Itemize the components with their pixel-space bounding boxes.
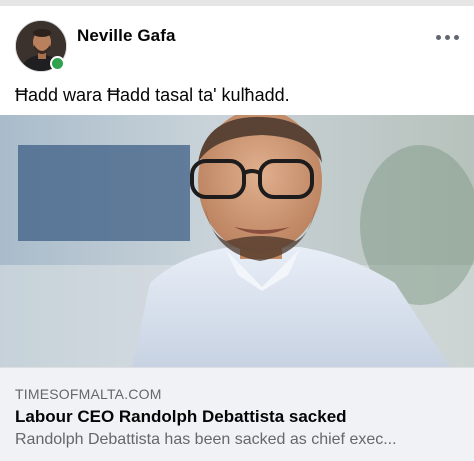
post-text: Ħadd wara Ħadd tasal ta' kulħadd. [15,85,290,105]
more-options-icon[interactable] [430,28,464,46]
link-preview-card[interactable]: TIMESOFMALTA.COM Labour CEO Randolph Deb… [0,367,474,461]
online-status-indicator [50,56,65,71]
link-title[interactable]: Labour CEO Randolph Debattista sacked [15,407,347,427]
link-preview-image[interactable] [0,115,474,367]
link-description: Randolph Debattista has been sacked as c… [15,431,397,448]
link-domain: TIMESOFMALTA.COM [15,386,162,402]
facebook-post: Neville Gafa Ħadd wara Ħadd tasal ta' ku… [0,6,474,461]
author-name[interactable]: Neville Gafa [77,26,176,46]
